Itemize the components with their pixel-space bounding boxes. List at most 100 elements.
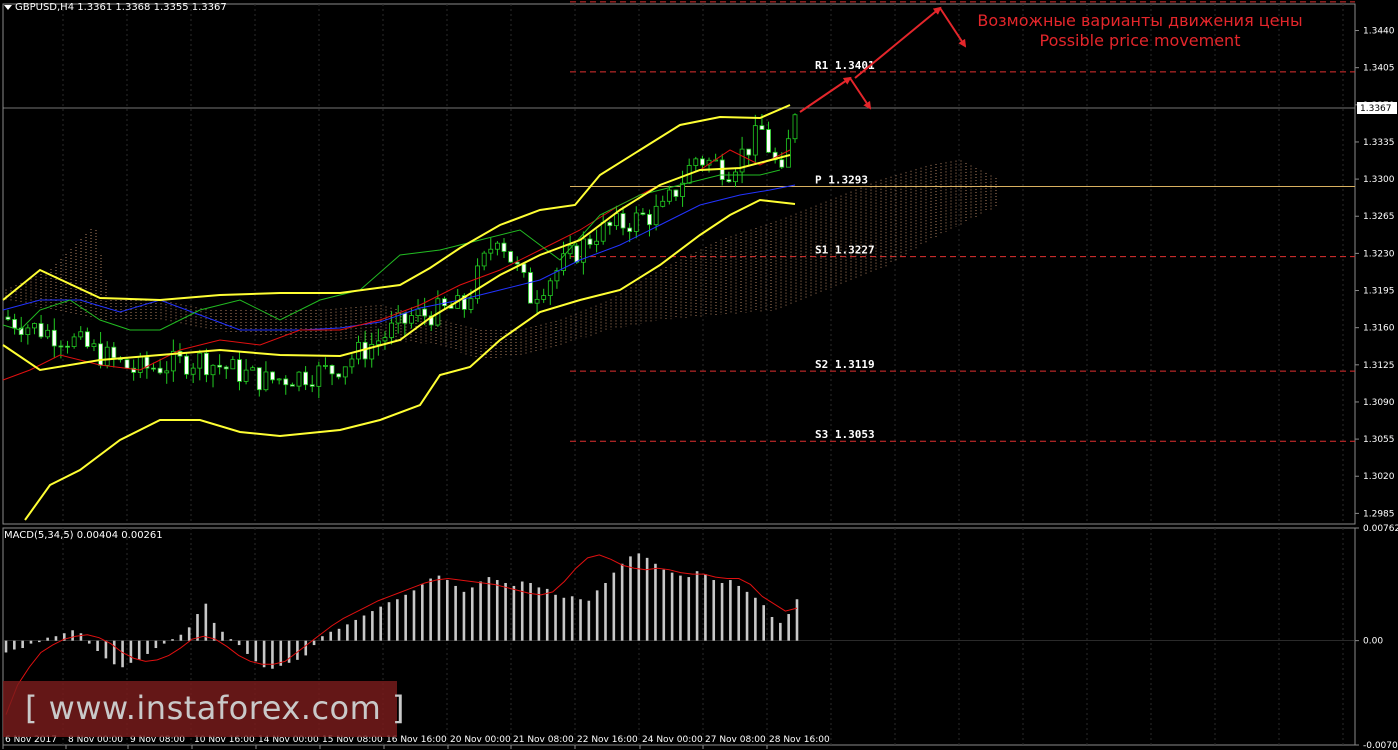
- macd-bar: [337, 628, 341, 641]
- macd-bar: [470, 587, 474, 641]
- y-tick-label: 1.3300: [1363, 175, 1395, 185]
- macd-bar: [704, 574, 707, 641]
- grid-group: [62, 4, 1344, 745]
- y-tick-label: 1.3125: [1363, 361, 1395, 371]
- bollinger-upper: [2, 104, 791, 302]
- candle-body: [217, 364, 223, 368]
- candle-body: [329, 365, 335, 375]
- candle-body: [594, 240, 599, 245]
- macd-bar: [21, 640, 24, 649]
- macd-bar: [454, 585, 457, 641]
- macd-bar: [687, 577, 691, 641]
- watermark-text: [ www.instaforex.com ]: [25, 689, 405, 727]
- candle-body: [276, 378, 282, 381]
- candle-body: [785, 138, 791, 168]
- candle-body: [607, 221, 613, 227]
- candle-body: [726, 179, 732, 183]
- macd-bar: [79, 633, 83, 641]
- candle-body: [323, 365, 328, 367]
- macd-bar: [254, 640, 258, 662]
- macd-bar: [46, 637, 49, 641]
- y-tick-label: 1.3020: [1363, 472, 1395, 482]
- candle-body: [303, 371, 309, 386]
- candle-body: [32, 323, 37, 329]
- candle-body: [270, 371, 275, 381]
- candle-body: [534, 298, 540, 304]
- candle-body: [243, 369, 249, 382]
- macd-bar: [162, 640, 166, 644]
- symbol-ohlc-label: GBPUSD,H4 1.3361 1.3368 1.3355 1.3367: [15, 2, 227, 13]
- movement-arrow: [799, 76, 852, 113]
- candle-body: [627, 227, 633, 232]
- candle-body: [700, 158, 705, 166]
- candle-body: [58, 345, 64, 348]
- candle-body: [640, 212, 646, 215]
- macd-bar: [96, 640, 99, 651]
- macd-bar: [587, 600, 591, 641]
- macd-bar: [754, 597, 757, 641]
- candle-body: [38, 323, 44, 338]
- macd-bar: [71, 630, 74, 641]
- macd-bar: [221, 631, 224, 641]
- price-chart[interactable]: 6 Nov 2017 8 Nov 00:00 9 Nov 08:00 10 Nov 1…: [0, 0, 1398, 750]
- candle-body: [389, 322, 394, 338]
- macd-bar: [396, 599, 399, 641]
- macd-bar: [354, 619, 358, 641]
- x-tick-label: 28 Nov 16:00: [769, 735, 830, 745]
- candle-body: [190, 367, 196, 375]
- macd-bar: [154, 640, 158, 649]
- macd-bar: [612, 572, 616, 641]
- annotation-line-en: Possible price movement: [1039, 31, 1241, 50]
- macd-bar: [346, 624, 349, 641]
- candle-body: [12, 319, 18, 329]
- candle-body: [184, 355, 189, 375]
- macd-bar: [512, 585, 516, 641]
- candle-body: [547, 280, 553, 296]
- movement-arrow: [849, 77, 872, 110]
- macd-bar: [487, 577, 491, 641]
- x-tick-label: 21 Nov 08:00: [513, 735, 574, 745]
- candle-body: [51, 329, 57, 347]
- candle-body: [104, 346, 110, 366]
- macd-bar: [437, 575, 441, 641]
- y-tick-label: 1.3265: [1363, 212, 1395, 222]
- macd-bar: [429, 578, 432, 641]
- candle-body: [111, 346, 117, 359]
- macd-bar: [371, 611, 374, 641]
- macd-bar: [296, 640, 299, 660]
- candle-body: [468, 298, 474, 310]
- candle-body: [587, 238, 593, 245]
- candle-body: [230, 359, 236, 370]
- macd-bar: [620, 563, 624, 641]
- macd-bar: [729, 580, 732, 641]
- candle-body: [415, 308, 421, 317]
- macd-bar: [737, 585, 741, 641]
- candle-body: [693, 158, 699, 166]
- macd-bar: [246, 640, 249, 654]
- kijun-line: [2, 184, 796, 331]
- candle-body: [766, 129, 771, 153]
- macd-bar: [545, 588, 549, 641]
- candle-body: [25, 327, 31, 336]
- macd-bar: [745, 591, 749, 641]
- macd-y-tick-label: 0.00762: [1363, 524, 1398, 534]
- y-tick-label: 1.3335: [1363, 138, 1395, 148]
- macd-header-label: MACD(5,34,5) 0.00404 0.00261: [4, 530, 163, 541]
- macd-bar: [629, 556, 632, 641]
- candle-body: [65, 345, 70, 348]
- tenkan-line: [2, 149, 791, 381]
- macd-bar: [38, 640, 41, 643]
- macd-bar: [412, 590, 416, 641]
- price-pane-frame: [2, 3, 1356, 525]
- candle-body: [647, 213, 652, 226]
- macd-bar: [787, 614, 790, 641]
- candle-body: [541, 295, 547, 300]
- macd-bar: [720, 582, 724, 641]
- y-tick-label: 1.3195: [1363, 287, 1395, 297]
- chart-menu-triangle-icon[interactable]: [4, 4, 12, 10]
- macd-bar: [562, 597, 566, 641]
- candle-body: [733, 171, 738, 183]
- macd-bar: [645, 557, 649, 641]
- macd-bar: [179, 634, 183, 641]
- candle-body: [263, 371, 269, 391]
